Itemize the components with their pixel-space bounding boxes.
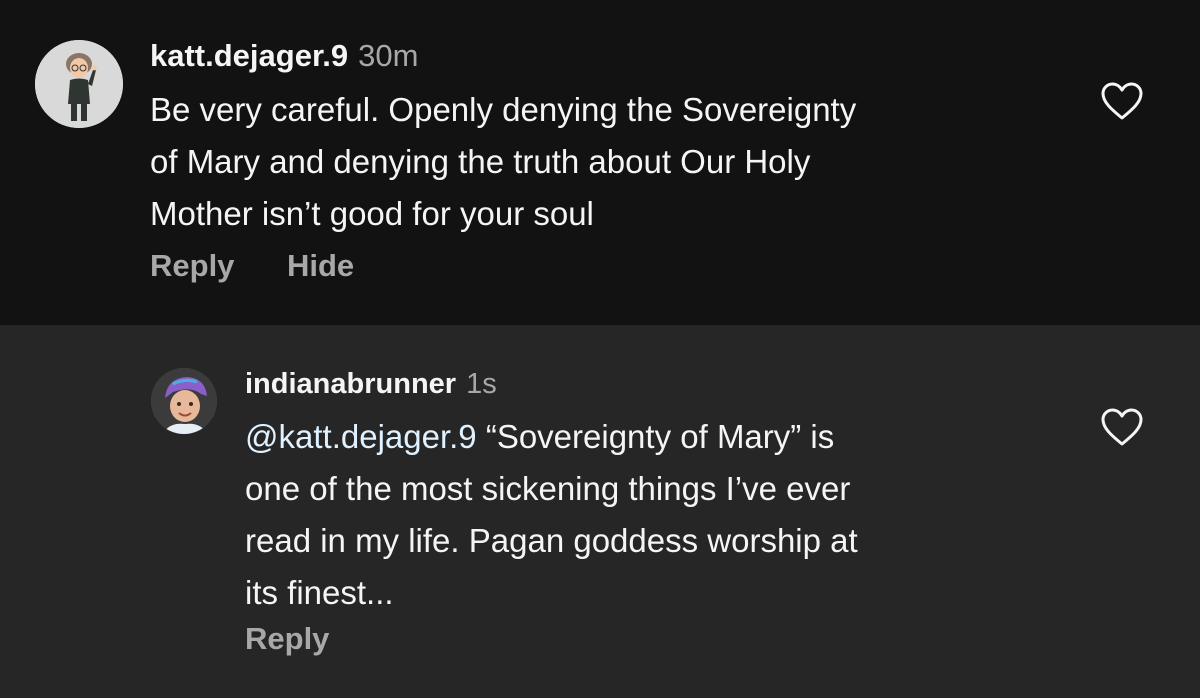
timestamp: 1s [466,368,497,400]
comment-text: Be very careful. Openly denying the Sove… [150,84,856,240]
comment-text-line: of Mary and denying the truth about Our … [150,143,811,180]
like-button[interactable] [1099,406,1145,448]
like-button[interactable] [1099,80,1145,122]
user-avatar[interactable] [151,368,217,434]
comment-header: katt.dejager.9 30m [150,36,418,76]
comment-text-line: Be very careful. Openly denying the Sove… [150,91,857,128]
heart-outline-icon [1101,408,1143,446]
reply-comment-item: indianabrunner 1s @katt.dejager.9 “Sovere… [0,325,1200,698]
reply-button[interactable]: Reply [150,246,234,286]
comment-text-segment: “Sovereignty of Mary” is [476,418,835,455]
comment-header: indianabrunner 1s [245,364,497,404]
comment-text-line: one of the most sickening things I’ve ev… [245,470,851,507]
timestamp: 30m [358,38,419,73]
reply-button[interactable]: Reply [245,619,329,659]
memoji-avatar-icon [35,40,123,128]
comment-text-line: Mother isn’t good for your soul [150,195,594,232]
heart-outline-icon [1101,82,1143,120]
comment-text-line: its finest... [245,574,394,611]
mention-link[interactable]: @katt.dejager.9 [245,418,477,455]
comment-text-line: @katt.dejager.9 “Sovereignty of Mary” is [245,411,858,463]
comment-item: katt.dejager.9 30m Be very careful. Openl… [0,0,1200,325]
hide-button[interactable]: Hide [287,246,354,286]
comment-text-line: read in my life. Pagan goddess worship a… [245,522,858,559]
user-avatar[interactable] [35,40,123,128]
username[interactable]: indianabrunner [245,368,456,400]
comment-text: @katt.dejager.9 “Sovereignty of Mary” is… [245,411,858,619]
username[interactable]: katt.dejager.9 [150,38,348,73]
child-photo-avatar-icon [151,368,217,434]
